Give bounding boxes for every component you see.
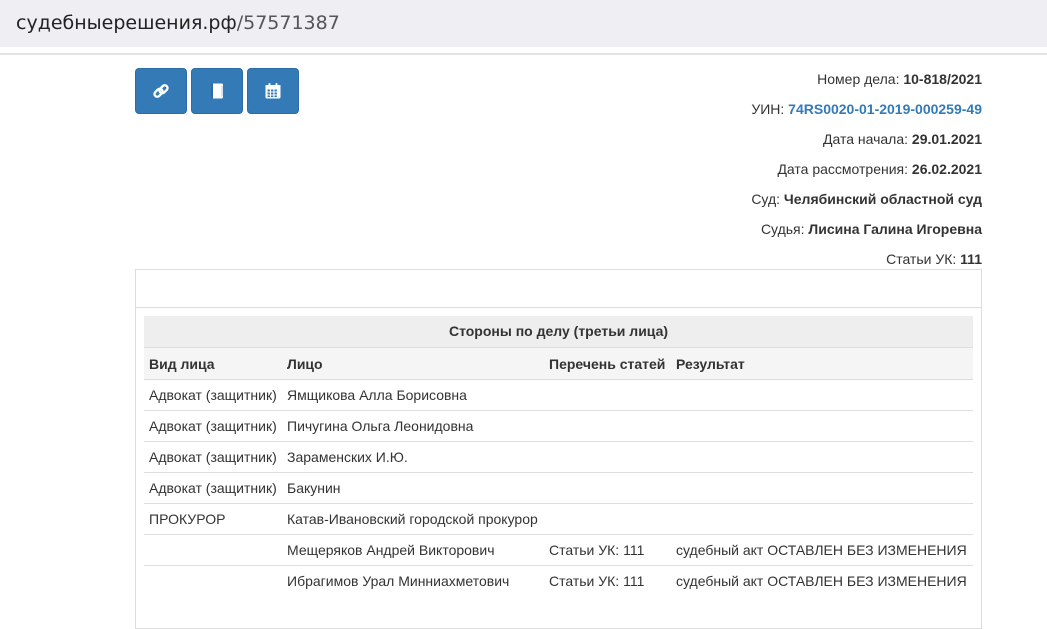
- result-cell: судебный акт ОСТАВЛЕН БЕЗ ИЗМЕНЕНИЯ: [671, 565, 973, 596]
- party-type-cell: Адвокат (защитник): [144, 441, 282, 473]
- calendar-icon: [264, 82, 282, 100]
- review-date-value: 26.02.2021: [911, 161, 982, 177]
- person-cell: Зараменских И.Ю.: [282, 441, 544, 473]
- articles-cell: Статьи УК: 111: [544, 534, 671, 566]
- panel-header: [136, 270, 981, 308]
- articles-cell: [544, 379, 671, 411]
- judge-label: Судья:: [760, 221, 805, 237]
- party-type-cell: Адвокат (защитник): [144, 472, 282, 504]
- calendar-button[interactable]: [247, 68, 299, 114]
- person-cell: Бакунин: [282, 472, 544, 504]
- review-date-row: Дата рассмотрения: 26.02.2021: [751, 154, 982, 184]
- articles-cell: [544, 410, 671, 442]
- party-type-cell: Адвокат (защитник): [144, 410, 282, 442]
- review-date-label: Дата рассмотрения:: [777, 161, 909, 177]
- judge-value: Лисина Галина Игоревна: [808, 221, 982, 237]
- start-date-label: Дата начала:: [823, 131, 909, 147]
- uin-label: УИН:: [751, 101, 785, 117]
- case-number-value: 10-818/2021: [903, 71, 982, 87]
- parties-table-title: Стороны по делу (третьи лица): [144, 316, 973, 347]
- court-label: Суд:: [751, 191, 781, 207]
- case-number-row: Номер дела: 10-818/2021: [751, 64, 982, 94]
- result-cell: [671, 410, 973, 442]
- party-type-cell: [144, 565, 282, 596]
- party-type-cell: ПРОКУРОР: [144, 503, 282, 535]
- table-row: Мещеряков Андрей Викторович Статьи УК: 1…: [144, 534, 973, 566]
- table-row: Ибрагимов Урал Минниахметович Статьи УК:…: [144, 565, 973, 596]
- court-row: Суд: Челябинский областной суд: [751, 184, 982, 214]
- parties-panel: Стороны по делу (третьи лица) Вид лица Л…: [135, 269, 982, 629]
- articles-cell: [544, 503, 671, 535]
- document-button[interactable]: [191, 68, 243, 114]
- articles-label: Статьи УК:: [886, 251, 957, 267]
- judge-row: Судья: Лисина Галина Игоревна: [751, 214, 982, 244]
- start-date-row: Дата начала: 29.01.2021: [751, 124, 982, 154]
- result-cell: [671, 503, 973, 535]
- person-cell: Ибрагимов Урал Минниахметович: [282, 565, 544, 596]
- book-icon: [208, 82, 226, 100]
- person-cell: Ямщикова Алла Борисовна: [282, 379, 544, 411]
- result-cell: судебный акт ОСТАВЛЕН БЕЗ ИЗМЕНЕНИЯ: [671, 534, 973, 566]
- table-row: ПРОКУРОР Катав-Ивановский городской прок…: [144, 503, 973, 535]
- party-type-cell: [144, 534, 282, 566]
- parties-header-row: Вид лица Лицо Перечень статей Результат: [144, 347, 973, 380]
- url-path: /57571387: [236, 12, 340, 34]
- articles-cell: Статьи УК: 111: [544, 565, 671, 596]
- start-date-value: 29.01.2021: [911, 131, 982, 147]
- column-header-result: Результат: [671, 347, 973, 380]
- parties-table: Стороны по делу (третьи лица) Вид лица Л…: [144, 316, 973, 596]
- court-value: Челябинский областной суд: [783, 191, 982, 207]
- table-row: Адвокат (защитник) Зараменских И.Ю.: [144, 441, 973, 473]
- person-cell: Пичугина Ольга Леонидовна: [282, 410, 544, 442]
- result-cell: [671, 441, 973, 473]
- table-row: Адвокат (защитник) Бакунин: [144, 472, 973, 504]
- table-row: Адвокат (защитник) Ямщикова Алла Борисов…: [144, 379, 973, 411]
- column-header-person: Лицо: [282, 347, 544, 380]
- articles-cell: [544, 441, 671, 473]
- table-row: Адвокат (защитник) Пичугина Ольга Леонид…: [144, 410, 973, 442]
- url-host: судебныерешения.рф: [16, 12, 237, 34]
- case-details: Номер дела: 10-818/2021 УИН: 74RS0020-01…: [751, 64, 982, 274]
- action-toolbar: [135, 68, 299, 114]
- person-cell: Мещеряков Андрей Викторович: [282, 534, 544, 566]
- copy-link-button[interactable]: [135, 68, 187, 114]
- column-header-articles: Перечень статей: [544, 347, 671, 380]
- column-header-party-type: Вид лица: [144, 347, 282, 380]
- articles-cell: [544, 472, 671, 504]
- articles-value: 111: [960, 251, 982, 267]
- link-icon: [152, 82, 170, 100]
- uin-row: УИН: 74RS0020-01-2019-000259-49: [751, 94, 982, 124]
- uin-link[interactable]: 74RS0020-01-2019-000259-49: [788, 101, 982, 117]
- address-bar[interactable]: судебныерешения.рф/57571387: [0, 0, 1047, 47]
- result-cell: [671, 379, 973, 411]
- result-cell: [671, 472, 973, 504]
- party-type-cell: Адвокат (защитник): [144, 379, 282, 411]
- person-cell: Катав-Ивановский городской прокурор: [282, 503, 544, 535]
- address-bar-divider: [0, 53, 1047, 55]
- case-number-label: Номер дела:: [817, 71, 900, 87]
